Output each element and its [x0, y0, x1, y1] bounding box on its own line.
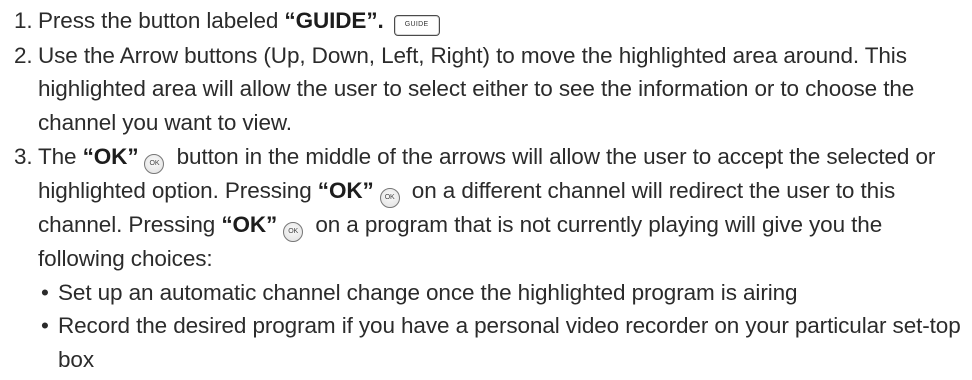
step-3: 3. The “OK” OK button in the middle of th… [0, 140, 972, 276]
bullet-marker: • [41, 279, 49, 305]
bullet-item: • Record the desired program if you have… [0, 309, 972, 376]
step-2: 2. Use the Arrow buttons (Up, Down, Left… [0, 39, 972, 140]
step-number: 3. [14, 144, 33, 169]
step-number: 1. [14, 8, 33, 33]
step-text: Use the Arrow buttons (Up, Down, Left, R… [38, 42, 915, 135]
ok-label: “OK” [82, 144, 139, 169]
bullet-text: Record the desired program if you have a… [58, 313, 961, 372]
bullet-marker: • [41, 313, 49, 338]
guide-button-icon: GUIDE [393, 15, 440, 36]
ok-button-icon: OK [144, 154, 165, 174]
ok-button-icon: OK [283, 222, 304, 242]
bullet-item: • Set up an automatic channel change onc… [0, 276, 972, 310]
ok-label: “OK” [221, 212, 278, 237]
ok-button-icon: OK [379, 188, 400, 208]
instructions-document: 1. Press the button labeled “GUIDE”. GUID… [0, 0, 972, 376]
step-text: Press the button labeled [38, 8, 285, 33]
bullet-text: Set up an automatic channel change once … [58, 279, 798, 305]
step-1: 1. Press the button labeled “GUIDE”. GUID… [0, 4, 972, 38]
step-number: 2. [14, 42, 33, 68]
step-text: The [38, 144, 83, 169]
ok-label: “OK” [317, 178, 374, 203]
guide-label: “GUIDE”. [284, 8, 384, 33]
